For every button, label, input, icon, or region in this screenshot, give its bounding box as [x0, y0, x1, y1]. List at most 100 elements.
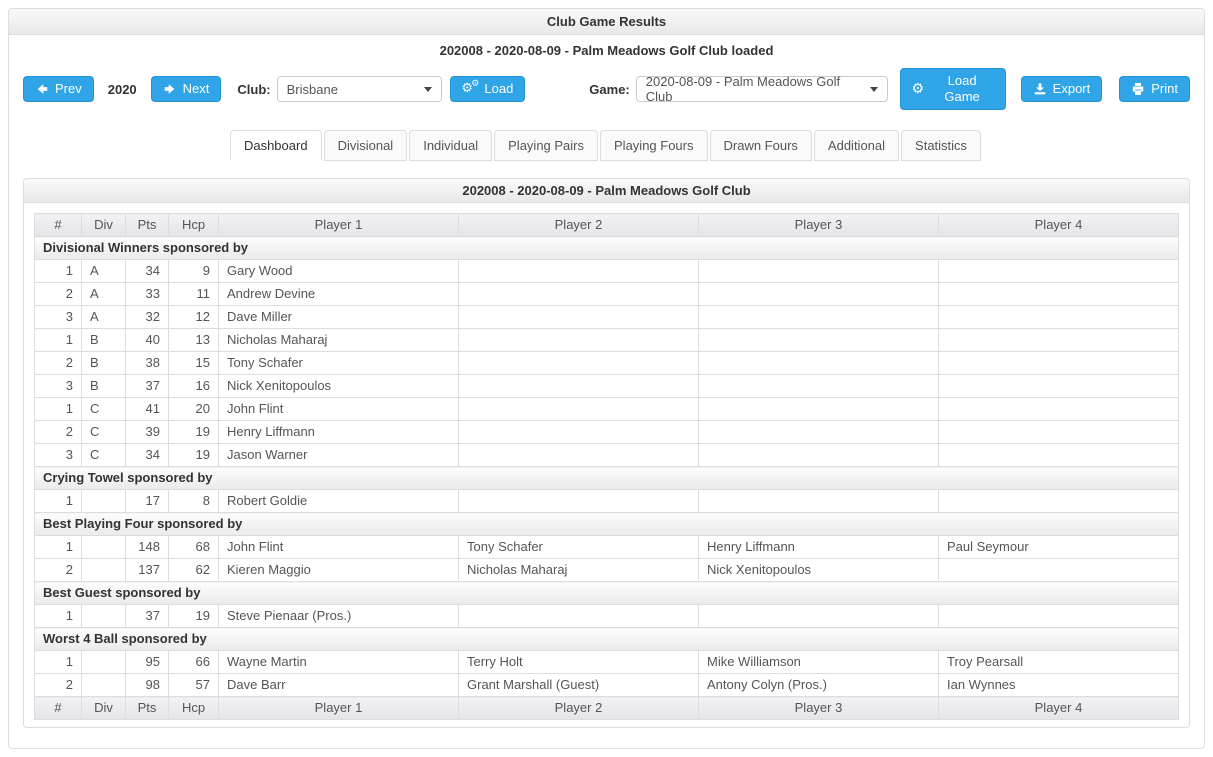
table-cell: 12 — [168, 305, 219, 329]
table-cell: 1 — [34, 604, 82, 628]
table-cell: 13 — [168, 328, 219, 352]
section-title: Worst 4 Ball sponsored by — [34, 627, 1179, 651]
tab-drawn-fours[interactable]: Drawn Fours — [709, 130, 812, 161]
table-cell: 1 — [34, 489, 82, 513]
table-cell: 1 — [34, 328, 82, 352]
tab-individual[interactable]: Individual — [409, 130, 493, 161]
print-button[interactable]: Print — [1119, 76, 1190, 102]
section-row: Divisional Winners sponsored by — [34, 236, 1179, 260]
table-cell: 1 — [34, 535, 82, 559]
table-row: 1 148 68 John Flint Tony Schafer Henry Liffma… — [34, 535, 1179, 559]
section-row: Best Playing Four sponsored by — [34, 512, 1179, 536]
load-button[interactable]: ⚙ ⚙ Load — [450, 76, 526, 102]
table-cell: 2 — [34, 558, 82, 582]
prev-button[interactable]: Prev — [23, 76, 94, 102]
table-cell: 16 — [168, 374, 219, 398]
next-button[interactable]: Next — [150, 76, 222, 102]
tab-additional[interactable]: Additional — [813, 130, 900, 161]
tab-playing-fours[interactable]: Playing Fours — [600, 130, 708, 161]
table-cell: 39 — [125, 420, 169, 444]
table-row: 2 A 33 11 Andrew Devine — [34, 282, 1179, 306]
load-game-button[interactable]: ⚙ Load Game — [899, 68, 1006, 110]
tab-dashboard[interactable]: Dashboard — [229, 130, 322, 161]
table-cell: 66 — [168, 650, 219, 674]
cogs-icon: ⚙ ⚙ — [461, 79, 480, 96]
table-cell — [938, 397, 1179, 421]
column-header: Hcp — [168, 696, 219, 720]
table-cell: Mike Williamson — [698, 650, 939, 674]
caret-down-icon — [424, 86, 433, 92]
results-table-body: Divisional Winners sponsored by 1 A 34 9 Gary… — [34, 236, 1179, 697]
arrow-right-icon — [163, 82, 177, 96]
tab-statistics[interactable]: Statistics — [901, 130, 982, 161]
table-cell: 34 — [125, 443, 169, 467]
table-cell: 33 — [125, 282, 169, 306]
table-cell — [698, 282, 939, 306]
game-select[interactable]: 2020-08-09 - Palm Meadows Golf Club — [635, 74, 888, 104]
club-select-value: Brisbane — [286, 81, 338, 97]
table-cell: Paul Seymour — [938, 535, 1179, 559]
column-header: Pts — [125, 213, 169, 237]
section-row: Worst 4 Ball sponsored by — [34, 627, 1179, 651]
table-cell — [458, 305, 699, 329]
table-cell — [81, 673, 126, 697]
table-cell: Tony Schafer — [218, 351, 459, 375]
table-cell — [938, 259, 1179, 283]
table-cell — [698, 420, 939, 444]
arrow-left-icon — [35, 82, 49, 96]
table-cell: C — [81, 443, 126, 467]
tab-playing-pairs[interactable]: Playing Pairs — [494, 130, 599, 161]
table-cell: 19 — [168, 604, 219, 628]
table-cell: B — [81, 351, 126, 375]
table-row: 1 C 41 20 John Flint — [34, 397, 1179, 421]
column-header: Player 3 — [698, 213, 939, 237]
club-label: Club: — [237, 81, 271, 97]
prev-button-label: Prev — [55, 81, 82, 96]
table-cell: Dave Barr — [218, 673, 459, 697]
export-button[interactable]: Export — [1020, 76, 1103, 102]
table-cell — [458, 259, 699, 283]
column-header: Player 2 — [458, 696, 699, 720]
print-icon — [1131, 82, 1145, 96]
tab-divisional[interactable]: Divisional — [323, 130, 408, 161]
table-cell: Troy Pearsall — [938, 650, 1179, 674]
game-select-value: 2020-08-09 - Palm Meadows Golf Club — [645, 74, 841, 104]
column-header: Player 4 — [938, 213, 1179, 237]
table-cell: A — [81, 305, 126, 329]
club-select[interactable]: Brisbane — [276, 76, 443, 102]
table-row: 1 A 34 9 Gary Wood — [34, 259, 1179, 283]
table-row: 1 95 66 Wayne Martin Terry Holt Mike Williams… — [34, 650, 1179, 674]
table-cell: 2 — [34, 351, 82, 375]
table-cell: Wayne Martin — [218, 650, 459, 674]
table-cell: Andrew Devine — [218, 282, 459, 306]
table-cell — [938, 351, 1179, 375]
table-cell — [81, 535, 126, 559]
table-cell: John Flint — [218, 535, 459, 559]
table-cell: C — [81, 397, 126, 421]
panel-body: 202008 - 2020-08-09 - Palm Meadows Golf … — [9, 35, 1204, 748]
table-cell: Jason Warner — [218, 443, 459, 467]
table-cell: 17 — [125, 489, 169, 513]
table-cell — [938, 328, 1179, 352]
column-header: # — [34, 213, 82, 237]
column-header: Player 1 — [218, 696, 459, 720]
table-row: 1 37 19 Steve Pienaar (Pros.) — [34, 604, 1179, 628]
table-cell: Steve Pienaar (Pros.) — [218, 604, 459, 628]
table-cell: 2 — [34, 420, 82, 444]
table-cell — [938, 443, 1179, 467]
column-header: # — [34, 696, 82, 720]
table-cell — [698, 489, 939, 513]
table-cell — [698, 604, 939, 628]
table-cell — [81, 558, 126, 582]
results-panel-title: 202008 - 2020-08-09 - Palm Meadows Golf … — [24, 179, 1189, 203]
table-row: 2 137 62 Kieren Maggio Nicholas Maharaj Nick … — [34, 558, 1179, 582]
section-row: Crying Towel sponsored by — [34, 466, 1179, 490]
table-cell: Tony Schafer — [458, 535, 699, 559]
club-game-results-panel: Club Game Results 202008 - 2020-08-09 - … — [8, 8, 1205, 749]
table-cell: Kieren Maggio — [218, 558, 459, 582]
print-button-label: Print — [1151, 81, 1178, 96]
table-cell — [458, 604, 699, 628]
table-cell — [81, 489, 126, 513]
table-cell: 34 — [125, 259, 169, 283]
table-cell: 19 — [168, 443, 219, 467]
